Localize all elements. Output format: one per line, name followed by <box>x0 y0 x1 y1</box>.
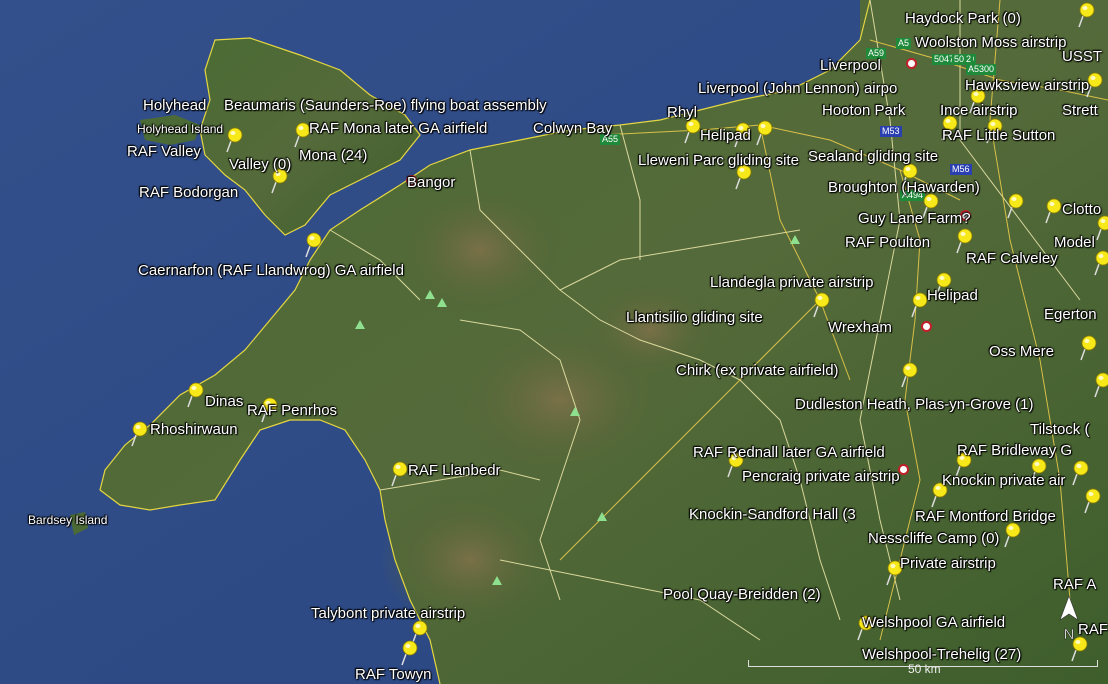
place-label[interactable]: Talybont private airstrip <box>311 605 465 622</box>
place-label[interactable]: USST <box>1062 48 1102 65</box>
pushpin-icon[interactable] <box>400 640 418 666</box>
pushpin-icon[interactable] <box>304 232 322 258</box>
pushpin-icon[interactable] <box>910 292 928 318</box>
place-label[interactable]: RAF Llanbedr <box>408 462 501 479</box>
road-shield: A5 <box>896 38 912 49</box>
place-label[interactable]: Model <box>1054 234 1095 251</box>
place-label[interactable]: Oss Mere <box>989 343 1054 360</box>
place-label[interactable]: Broughton (Hawarden) <box>828 179 980 196</box>
place-label[interactable]: Bardsey Island <box>28 512 107 529</box>
place-label[interactable]: Sealand gliding site <box>808 148 938 165</box>
place-label[interactable]: Clotto <box>1062 201 1101 218</box>
pushpin-icon[interactable] <box>755 120 773 146</box>
road-shield: M53 <box>880 126 902 137</box>
peak-marker-icon[interactable] <box>570 407 580 416</box>
pushpin-icon[interactable] <box>1044 198 1062 224</box>
scale-bar: 50 km <box>748 660 1098 676</box>
city-marker-icon[interactable] <box>921 321 932 332</box>
place-label[interactable]: Hooton Park <box>822 102 905 119</box>
pushpin-icon[interactable] <box>812 292 830 318</box>
place-label[interactable]: Private airstrip <box>900 555 996 572</box>
place-label[interactable]: Haydock Park (0) <box>905 10 1021 27</box>
peak-marker-icon[interactable] <box>355 320 365 329</box>
place-label[interactable]: Liverpool (John Lennon) airpo <box>698 80 897 97</box>
north-arrow-letter: N <box>1064 626 1075 643</box>
place-label[interactable]: Helipad <box>927 287 978 304</box>
place-label[interactable]: RAF Montford Bridge <box>915 508 1056 525</box>
place-label[interactable]: Dudleston Heath, Plas-yn-Grove (1) <box>795 396 1033 413</box>
place-label[interactable]: Colwyn Bay <box>533 120 612 137</box>
road-shield: M56 <box>950 164 972 175</box>
place-label[interactable]: Mona (24) <box>299 147 367 164</box>
place-label[interactable]: Strett <box>1062 102 1098 119</box>
place-label[interactable]: Llandegla private airstrip <box>710 274 873 291</box>
pushpin-icon[interactable] <box>390 461 408 487</box>
place-label[interactable]: Bangor <box>407 174 455 191</box>
place-label[interactable]: RAF Rednall later GA airfield <box>693 444 885 461</box>
place-label[interactable]: Welshpool GA airfield <box>862 614 1005 631</box>
place-label[interactable]: RAF Bodorgan <box>139 184 238 201</box>
pushpin-icon[interactable] <box>1093 250 1108 276</box>
place-label[interactable]: RAF A <box>1053 576 1096 593</box>
place-label[interactable]: Beaumaris (Saunders-Roe) flying boat ass… <box>224 97 547 114</box>
place-label[interactable]: Pool Quay-Breidden (2) <box>663 586 821 603</box>
place-label[interactable]: Ince airstrip <box>940 102 1018 119</box>
place-label[interactable]: Helipad <box>700 127 751 144</box>
pushpin-icon[interactable] <box>1083 488 1101 514</box>
place-label[interactable]: Holyhead Island <box>137 121 223 138</box>
pushpin-icon[interactable] <box>1093 372 1108 398</box>
place-label[interactable]: RAF Calveley <box>966 250 1058 267</box>
peak-marker-icon[interactable] <box>597 512 607 521</box>
pushpin-icon[interactable] <box>1071 460 1089 486</box>
north-arrow-icon[interactable]: N <box>1054 594 1084 644</box>
map-view[interactable]: A59A5504750802A5300M53M56A494A55Haydock … <box>0 0 1108 684</box>
place-label[interactable]: Woolston Moss airstrip <box>915 34 1066 51</box>
pushpin-icon[interactable] <box>683 118 701 144</box>
place-label[interactable]: Lleweni Parc gliding site <box>638 152 799 169</box>
pushpin-icon[interactable] <box>1003 522 1021 548</box>
place-label[interactable]: Guy Lane Farm? <box>858 210 971 227</box>
peak-marker-icon[interactable] <box>425 290 435 299</box>
place-label[interactable]: Egerton <box>1044 306 1097 323</box>
place-label[interactable]: RAF Little Sutton <box>942 127 1055 144</box>
place-label[interactable]: RAF Valley <box>127 143 201 160</box>
scale-bar-label: 50 km <box>908 662 941 676</box>
place-label[interactable]: RAF Bridleway G <box>957 442 1072 459</box>
pushpin-icon[interactable] <box>1077 2 1095 28</box>
place-label[interactable]: Knockin private air <box>942 472 1065 489</box>
pushpin-icon[interactable] <box>130 421 148 447</box>
place-label[interactable]: Nesscliffe Camp (0) <box>868 530 999 547</box>
road-shield: A5300 <box>966 64 997 75</box>
pushpin-icon[interactable] <box>1095 215 1108 241</box>
place-label[interactable]: Rhyl <box>667 104 697 121</box>
place-label[interactable]: Holyhead <box>143 97 206 114</box>
peak-marker-icon[interactable] <box>492 576 502 585</box>
pushpin-icon[interactable] <box>1006 193 1024 219</box>
city-marker-icon[interactable] <box>906 58 917 69</box>
place-label[interactable]: Dinas <box>205 393 243 410</box>
place-label[interactable]: Liverpool <box>820 57 881 74</box>
place-label[interactable]: Hawksview airstrip <box>965 77 1089 94</box>
place-label[interactable]: RAF Penrhos <box>247 402 337 419</box>
place-label[interactable]: RAF Towyn <box>355 666 431 683</box>
pushpin-icon[interactable] <box>1079 335 1097 361</box>
pushpin-icon[interactable] <box>225 127 243 153</box>
place-label[interactable]: Valley (0) <box>229 156 291 173</box>
place-label[interactable]: Rhoshirwaun <box>150 421 238 438</box>
place-label[interactable]: RAF Poulton <box>845 234 930 251</box>
place-label[interactable]: RAF Mona later GA airfield <box>309 120 487 137</box>
place-label[interactable]: Llantisilio gliding site <box>626 309 763 326</box>
place-label[interactable]: Tilstock ( <box>1030 421 1089 438</box>
pushpin-icon[interactable] <box>900 362 918 388</box>
place-label[interactable]: Knockin-Sandford Hall (3 <box>689 506 856 523</box>
place-label[interactable]: Caernarfon (RAF Llandwrog) GA airfield <box>138 262 404 279</box>
place-label[interactable]: Pencraig private airstrip <box>742 468 900 485</box>
place-label[interactable]: Wrexham <box>828 319 892 336</box>
place-label[interactable]: Chirk (ex private airfield) <box>676 362 839 379</box>
pushpin-icon[interactable] <box>186 382 204 408</box>
peak-marker-icon[interactable] <box>790 235 800 244</box>
peak-marker-icon[interactable] <box>437 298 447 307</box>
